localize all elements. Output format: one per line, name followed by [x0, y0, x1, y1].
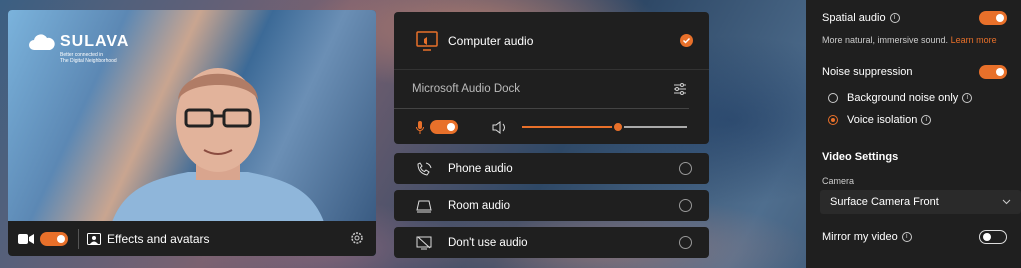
voice-isolation-radio[interactable]: [828, 115, 838, 125]
camera-icon: [18, 233, 34, 244]
device-settings-icon[interactable]: [673, 82, 687, 96]
chevron-down-icon: [1002, 199, 1011, 205]
camera-label-row: Camera: [822, 176, 1013, 186]
room-audio-radio[interactable]: [679, 199, 692, 212]
computer-audio-label: Computer audio: [448, 33, 534, 48]
selected-check-icon: [680, 34, 693, 47]
speaker-icon: [492, 120, 505, 134]
spatial-audio-toggle[interactable]: [979, 11, 1007, 25]
background-noise-option[interactable]: Background noise only i: [828, 92, 1013, 104]
info-icon[interactable]: i: [889, 13, 900, 23]
noise-suppression-toggle[interactable]: [979, 65, 1007, 79]
no-audio-label: Don't use audio: [448, 236, 528, 249]
cloud-logo-icon: [29, 34, 55, 50]
info-icon[interactable]: i: [962, 93, 973, 103]
room-audio-option[interactable]: Room audio: [394, 190, 709, 221]
no-audio-icon: [416, 236, 432, 249]
microphone-icon: [416, 120, 424, 134]
voice-isolation-option[interactable]: Voice isolation i: [828, 114, 1013, 126]
gear-icon[interactable]: [350, 231, 364, 245]
mirror-video-toggle[interactable]: [979, 230, 1007, 244]
background-noise-radio[interactable]: [828, 93, 838, 103]
settings-panel: Spatial audio i More natural, immersive …: [806, 0, 1021, 268]
divider: [78, 228, 79, 249]
microphone-toggle[interactable]: [430, 120, 458, 134]
camera-label: Camera: [822, 176, 855, 186]
phone-audio-icon: [417, 161, 432, 176]
room-audio-icon: [416, 200, 432, 212]
noise-suppression-label: Noise suppression: [822, 66, 913, 78]
camera-dropdown[interactable]: Surface Camera Front: [820, 190, 1021, 214]
noise-suppression-row: Noise suppression: [822, 65, 1013, 79]
preview-controls-bar: Effects and avatars: [8, 221, 376, 256]
speaker-volume-slider[interactable]: [522, 121, 687, 133]
learn-more-link[interactable]: Learn more: [951, 35, 997, 45]
volume-row: [394, 109, 709, 144]
effects-and-avatars-button[interactable]: Effects and avatars: [107, 232, 210, 246]
room-audio-label: Room audio: [448, 199, 511, 212]
user-camera-feed: [108, 68, 328, 236]
video-settings-label: Video Settings: [822, 151, 899, 163]
no-audio-option[interactable]: Don't use audio: [394, 227, 709, 258]
background-noise-label: Background noise only: [847, 92, 959, 104]
spatial-audio-label: Spatial audio: [822, 12, 886, 24]
effects-icon: [87, 232, 101, 245]
spatial-audio-desc-row: More natural, immersive sound. Learn mor…: [822, 35, 1013, 45]
phone-audio-option[interactable]: Phone audio: [394, 153, 709, 184]
info-icon[interactable]: i: [921, 115, 932, 125]
video-preview: SULAVA Better connected in The Digital N…: [8, 10, 376, 256]
audio-device-row[interactable]: Microsoft Audio Dock: [394, 70, 689, 109]
spatial-audio-row: Spatial audio i: [822, 11, 1013, 25]
phone-audio-label: Phone audio: [448, 162, 513, 175]
camera-toggle[interactable]: [40, 231, 68, 246]
info-icon[interactable]: i: [901, 232, 912, 242]
camera-dropdown-value: Surface Camera Front: [830, 196, 939, 208]
computer-audio-icon: [416, 30, 438, 51]
phone-audio-radio[interactable]: [679, 162, 692, 175]
mirror-video-label: Mirror my video: [822, 231, 898, 243]
voice-isolation-label: Voice isolation: [847, 114, 918, 126]
volume-thumb[interactable]: [611, 121, 624, 133]
computer-audio-card[interactable]: Computer audio Microsoft Audio Dock: [394, 12, 709, 144]
audio-device-label: Microsoft Audio Dock: [412, 83, 521, 95]
spatial-audio-desc: More natural, immersive sound.: [822, 35, 949, 45]
computer-audio-option[interactable]: Computer audio: [394, 12, 709, 70]
no-audio-radio[interactable]: [679, 236, 692, 249]
video-settings-heading: Video Settings: [822, 151, 1013, 163]
mirror-video-row: Mirror my video i: [822, 230, 1013, 244]
volume-fill: [522, 126, 618, 128]
